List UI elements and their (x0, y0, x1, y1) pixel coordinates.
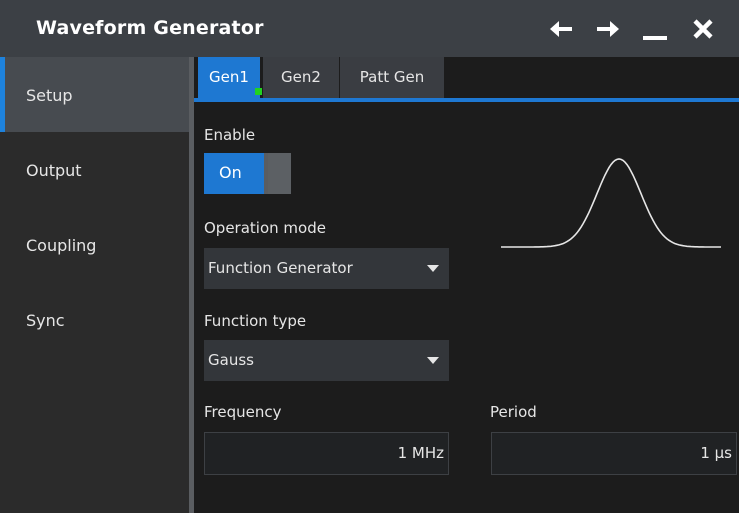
frequency-field[interactable]: 1 MHz (204, 432, 449, 475)
arrow-right-icon (597, 21, 619, 37)
sidebar-item-label: Output (26, 161, 82, 180)
toggle-on-state: On (204, 153, 264, 194)
tab-label: Gen1 (209, 68, 249, 86)
sidebar: Setup Output Coupling Sync (0, 57, 189, 513)
period-field[interactable]: 1 µs (491, 432, 737, 475)
window-title: Waveform Generator (36, 17, 264, 39)
sidebar-item-setup[interactable]: Setup (0, 57, 189, 132)
close-button[interactable] (688, 14, 718, 44)
toggle-knob (268, 153, 291, 194)
sidebar-item-output[interactable]: Output (0, 132, 189, 207)
operation-mode-select[interactable]: Function Generator (204, 248, 449, 289)
title-bar: Waveform Generator (0, 0, 739, 57)
tab-label: Gen2 (281, 68, 321, 86)
enable-label: Enable (204, 126, 256, 144)
gauss-waveform-preview-icon (501, 158, 721, 248)
forward-button[interactable] (593, 14, 623, 44)
sidebar-item-sync[interactable]: Sync (0, 282, 189, 357)
active-indicator-icon (255, 88, 262, 95)
minimize-button[interactable] (640, 14, 670, 44)
sidebar-item-label: Coupling (26, 236, 97, 255)
sidebar-item-label: Setup (26, 86, 73, 105)
function-type-select[interactable]: Gauss (204, 340, 449, 381)
chevron-down-icon (427, 265, 439, 272)
tab-gen2[interactable]: Gen2 (263, 57, 339, 98)
period-value: 1 µs (700, 444, 732, 462)
setup-panel: Gen1 Gen2 Patt Gen Enable On Operation m… (194, 57, 739, 513)
tab-patt-gen[interactable]: Patt Gen (340, 57, 444, 98)
toggle-value: On (219, 163, 242, 182)
operation-mode-label: Operation mode (204, 219, 326, 237)
tab-label: Patt Gen (359, 68, 425, 86)
enable-toggle[interactable]: On (204, 153, 291, 194)
close-icon (693, 19, 713, 39)
arrow-left-icon (550, 21, 572, 37)
period-label: Period (490, 403, 537, 421)
operation-mode-value: Function Generator (208, 259, 353, 277)
frequency-value: 1 MHz (397, 444, 444, 462)
function-type-label: Function type (204, 312, 307, 330)
back-button[interactable] (546, 14, 576, 44)
sidebar-item-coupling[interactable]: Coupling (0, 207, 189, 282)
minimize-icon (643, 36, 667, 40)
generator-tabs: Gen1 Gen2 Patt Gen (194, 57, 739, 104)
sidebar-item-label: Sync (26, 311, 65, 330)
tab-underline (194, 98, 739, 102)
function-type-value: Gauss (208, 351, 254, 369)
chevron-down-icon (427, 357, 439, 364)
frequency-label: Frequency (204, 403, 282, 421)
tab-gen1[interactable]: Gen1 (198, 57, 262, 98)
